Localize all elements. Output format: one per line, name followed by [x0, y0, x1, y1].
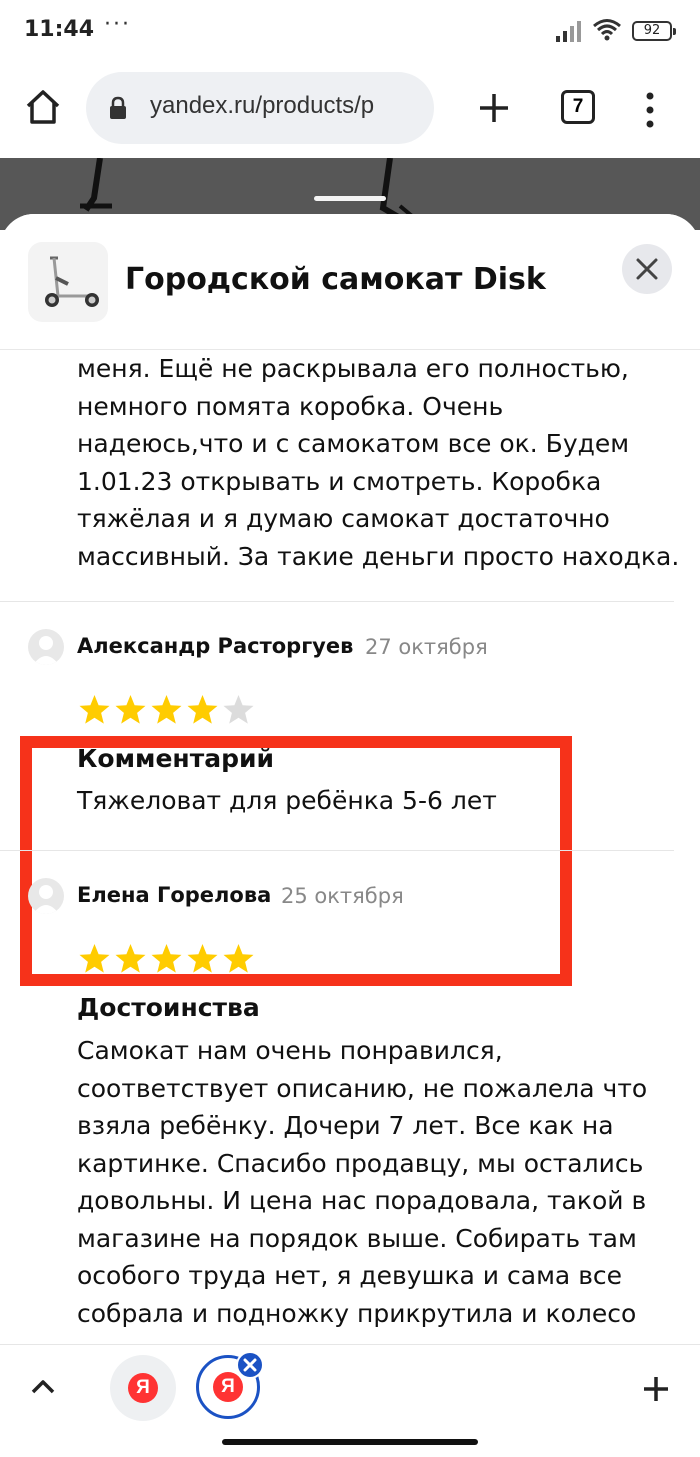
tab-close-icon[interactable]: [238, 1353, 262, 1377]
product-title: Городской самокат Disk: [125, 262, 546, 297]
star-filled-icon: [151, 944, 182, 973]
rating-stars: [78, 943, 255, 975]
home-icon[interactable]: [24, 88, 62, 126]
divider: [0, 850, 674, 851]
product-thumbnail: [28, 242, 108, 322]
star-filled-icon: [187, 944, 218, 973]
text-line: особого труда нет, я девушка и сама все: [77, 1261, 623, 1290]
text-line: надеюсь,что и с самокатом все ок. Будем: [77, 429, 630, 458]
text-line: взяла ребёнку. Дочери 7 лет. Все как на: [77, 1111, 614, 1140]
status-time: 11:44: [24, 17, 95, 42]
text-line: меня. Ещё не раскрывала его полностью,: [77, 354, 629, 383]
review-date: 27 октября: [365, 635, 488, 659]
divider: [0, 601, 674, 602]
star-filled-icon: [151, 695, 182, 724]
star-filled-icon: [115, 695, 146, 724]
star-filled-icon: [79, 944, 110, 973]
signal-icon: [556, 21, 581, 42]
star-filled-icon: [115, 944, 146, 973]
sheet-drag-handle[interactable]: [314, 196, 386, 201]
avatar[interactable]: [28, 629, 64, 665]
star-filled-icon: [79, 695, 110, 724]
text-line: собрала и подножку прикрутила и колесо: [77, 1298, 637, 1328]
tabs-counter-icon[interactable]: 7: [561, 90, 595, 124]
reviews-sheet: Городской самокат Disk меня. Ещё не раск…: [0, 214, 700, 1344]
battery-indicator: 92: [632, 21, 676, 41]
text-line: 1.01.23 открывать и смотреть. Коробка: [77, 466, 602, 496]
more-vert-icon[interactable]: [640, 90, 660, 130]
lock-icon: [110, 96, 126, 119]
text-line: картинке. Спасибо продавцу, мы остались: [77, 1148, 644, 1178]
yandex-tab-icon: Я: [128, 1373, 158, 1403]
text-line: соответствует описанию, не пожалела что: [77, 1073, 648, 1103]
rating-stars: [78, 694, 255, 726]
text-line: немного помята коробка. Очень: [77, 391, 504, 421]
star-filled-icon: [223, 944, 254, 973]
star-empty-icon: [223, 695, 254, 724]
close-icon[interactable]: [622, 244, 672, 294]
address-bar[interactable]: yandex.ru/products/p: [86, 72, 434, 144]
chevron-up-icon[interactable]: [28, 1375, 58, 1399]
avatar[interactable]: [28, 878, 64, 914]
url-text[interactable]: yandex.ru/products/p: [150, 92, 374, 120]
star-filled-icon: [187, 695, 218, 724]
text-line: тяжёлая и я думаю самокат достаточно: [77, 504, 610, 533]
bottom-tab-bar: Я Я: [0, 1344, 700, 1457]
review-text: Самокат нам очень понравился, соответств…: [77, 1032, 687, 1332]
gesture-nav-bar[interactable]: [222, 1439, 478, 1445]
reviews-list[interactable]: меня. Ещё не раскрывала его полностью, н…: [0, 350, 700, 1344]
browser-toolbar: yandex.ru/products/p 7: [0, 62, 700, 158]
close-button[interactable]: [622, 244, 672, 294]
review-date: 25 октября: [281, 884, 404, 908]
previous-review-text: меня. Ещё не раскрывала его полностью, н…: [77, 350, 687, 575]
status-bar: 11:44 ··· 92: [0, 0, 700, 62]
review-author[interactable]: Елена Горелова: [77, 883, 271, 907]
notification-dots-icon: ···: [104, 12, 131, 37]
yandex-tab[interactable]: Я: [110, 1355, 176, 1421]
text-line: массивный. За такие деньги просто находк…: [77, 541, 680, 571]
tab-close-button[interactable]: [236, 1351, 264, 1379]
text-line: довольны. И цена нас порадовала, такой в: [77, 1186, 647, 1215]
text-line: Самокат нам очень понравился,: [77, 1036, 503, 1065]
new-tab-plus-icon[interactable]: [474, 88, 514, 128]
text-line: магазине на порядок выше. Собирать там: [77, 1223, 637, 1253]
review-section-title: Достоинства: [77, 993, 260, 1022]
sheet-header: Городской самокат Disk: [0, 214, 700, 350]
wifi-icon: [593, 19, 621, 41]
review-author[interactable]: Александр Расторгуев: [77, 634, 353, 658]
plus-icon[interactable]: [640, 1373, 672, 1405]
